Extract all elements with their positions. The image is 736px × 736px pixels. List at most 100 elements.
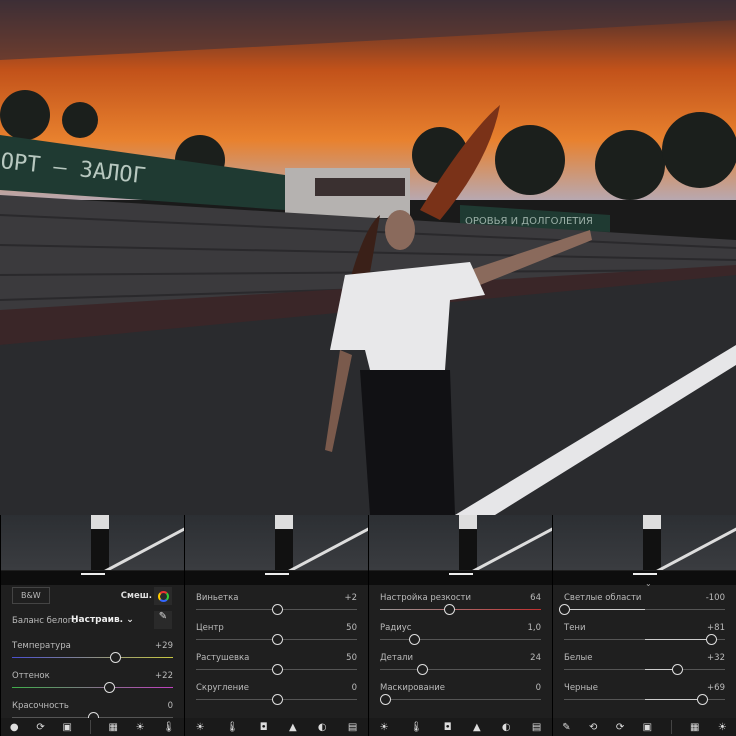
slider-value: 50: [346, 623, 357, 633]
adjust-icon[interactable]: ▦: [690, 722, 699, 733]
slider-knob[interactable]: [110, 652, 122, 663]
slider-label: Белые: [564, 653, 593, 663]
slider-knob[interactable]: [271, 694, 283, 705]
panel-light: ⌄ Светлые области -100 Тени +81 Белые +3…: [552, 515, 736, 736]
slider-label: Центр: [196, 623, 224, 633]
slider-label: Оттенок: [12, 671, 50, 681]
adjust-icon[interactable]: ▦: [108, 722, 117, 733]
slider-value: +81: [707, 623, 725, 633]
thumbnail-preview[interactable]: [1, 515, 184, 570]
temperature-icon[interactable]: 🌡: [162, 722, 175, 733]
slider-knob[interactable]: [671, 664, 683, 675]
slider-value: +2: [344, 593, 357, 603]
temperature-icon[interactable]: 🌡: [226, 722, 239, 733]
tool-bar: ☀ 🌡 ◘ ▲ ◐ ▤: [185, 718, 368, 736]
slider-knob[interactable]: [444, 604, 456, 615]
light-icon[interactable]: ☀: [136, 722, 145, 733]
collapse-chevron-icon[interactable]: ⌄: [645, 579, 652, 588]
slider-value: 0: [535, 683, 541, 693]
slider-3[interactable]: Скругление 0: [196, 683, 357, 713]
thumbnail-preview[interactable]: [553, 515, 736, 570]
optics-icon[interactable]: ◐: [502, 722, 511, 733]
slider-label: Красочность: [12, 701, 69, 711]
light-icon[interactable]: ☀: [196, 722, 205, 733]
detail-icon[interactable]: ▲: [289, 722, 297, 733]
presets-icon[interactable]: ▣: [643, 722, 652, 733]
tool-bar: ✎ ⟲ ⟳ ▣ ▦ ☀: [553, 718, 736, 736]
slider-3[interactable]: Маскирование 0: [379, 683, 541, 713]
slider-knob[interactable]: [416, 664, 428, 675]
slider-value: +32: [707, 653, 725, 663]
color-mix-icon[interactable]: [154, 587, 172, 605]
slider-1[interactable]: Центр 50: [196, 623, 357, 653]
slider-value: 0: [167, 701, 173, 711]
heal-icon[interactable]: ⟲: [589, 722, 597, 733]
slider-label: Маскирование: [380, 683, 445, 693]
slider-0[interactable]: Виньетка +2: [196, 593, 357, 623]
slider-label: Тени: [564, 623, 586, 633]
slider-value: 64: [530, 593, 541, 603]
thumbnail-preview[interactable]: [369, 515, 552, 570]
slider-knob[interactable]: [705, 634, 717, 645]
panel-detail: Настройка резкости 64 Радиус 1,0 Детали …: [368, 515, 552, 736]
light-icon[interactable]: ☀: [718, 722, 727, 733]
slider-label: Радиус: [380, 623, 412, 633]
panel-color: B&W Смеш. Баланс белого Настраив. ⌄ ✎ Те…: [0, 515, 184, 736]
light-icon[interactable]: ☀: [380, 722, 389, 733]
slider-value: +69: [707, 683, 725, 693]
slider-knob[interactable]: [379, 694, 391, 705]
slider-label: Светлые области: [564, 593, 642, 603]
slider-knob[interactable]: [697, 694, 709, 705]
crop-icon[interactable]: ⟳: [616, 722, 624, 733]
photo-preview: ОРТ – ЗАЛОГ ОРОВЬЯ И ДОЛГОЛЕТИЯ: [0, 0, 736, 515]
slider-knob[interactable]: [271, 634, 283, 645]
mix-label[interactable]: Смеш.: [121, 591, 152, 601]
wb-label: Баланс белого: [12, 616, 78, 626]
thumbnail-preview[interactable]: [185, 515, 368, 570]
detail-icon[interactable]: ▲: [473, 722, 481, 733]
temperature-icon[interactable]: 🌡: [410, 722, 423, 733]
slider-value: 1,0: [527, 623, 541, 633]
brush-icon[interactable]: ✎: [562, 722, 570, 733]
slider-value: 0: [351, 683, 357, 693]
geometry-icon[interactable]: ▤: [532, 722, 541, 733]
slider-3[interactable]: Черные +69: [564, 683, 725, 713]
slider-0[interactable]: Светлые области -100: [559, 593, 725, 623]
slider-knob[interactable]: [559, 604, 570, 615]
toolbar-divider: [89, 720, 91, 734]
slider-knob[interactable]: [103, 682, 115, 693]
drag-handle-bar[interactable]: [1, 571, 184, 585]
drag-handle-bar[interactable]: [369, 571, 552, 585]
slider-label: Детали: [380, 653, 413, 663]
slider-1[interactable]: Радиус 1,0: [380, 623, 541, 653]
vignette-icon[interactable]: ◘: [260, 722, 268, 733]
slider-knob[interactable]: [408, 634, 420, 645]
bw-button[interactable]: B&W: [12, 587, 50, 604]
slider-2[interactable]: Растушевка 50: [196, 653, 357, 683]
slider-0[interactable]: Температура +29: [12, 641, 173, 671]
optics-icon[interactable]: ◐: [318, 722, 327, 733]
slider-label: Черные: [564, 683, 598, 693]
vignette-icon[interactable]: ◘: [444, 722, 452, 733]
drag-handle-bar[interactable]: [185, 571, 368, 585]
slider-label: Скругление: [196, 683, 249, 693]
geometry-icon[interactable]: ▤: [348, 722, 357, 733]
slider-knob[interactable]: [271, 604, 283, 615]
eyedropper-icon[interactable]: ✎: [154, 611, 172, 629]
crop-icon[interactable]: ⟳: [36, 722, 44, 733]
slider-label: Виньетка: [196, 593, 239, 603]
slider-knob[interactable]: [271, 664, 283, 675]
slider-0[interactable]: Настройка резкости 64: [380, 593, 541, 623]
tool-bar: ● ⟳ ▣ ▦ ☀ 🌡: [1, 718, 184, 736]
wb-dropdown[interactable]: Настраив. ⌄: [71, 615, 134, 625]
slider-2[interactable]: Белые +32: [564, 653, 725, 683]
presets-icon[interactable]: ▣: [63, 722, 72, 733]
slider-1[interactable]: Тени +81: [564, 623, 725, 653]
slider-value: +29: [155, 641, 173, 651]
slider-value: 24: [530, 653, 541, 663]
slider-1[interactable]: Оттенок +22: [12, 671, 173, 701]
slider-label: Растушевка: [196, 653, 250, 663]
slider-2[interactable]: Детали 24: [380, 653, 541, 683]
selection-icon[interactable]: ●: [10, 722, 19, 733]
slider-label: Настройка резкости: [380, 593, 472, 603]
